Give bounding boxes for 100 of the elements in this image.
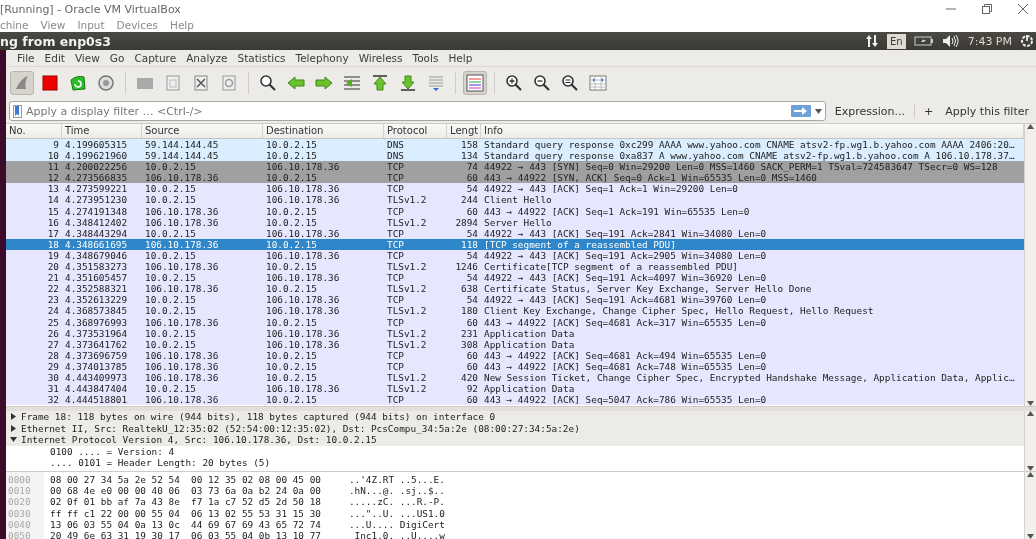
restore-icon[interactable] <box>980 2 994 16</box>
packet-row[interactable]: 24 4.368573845 10.0.2.15 106.10.178.36 TLSv1.2 180 Client Key Exchange, Change Cipher Spec, Hello Request, Hello Request <box>6 305 1024 317</box>
ascii-text: .hN...@. .sj..$.. <box>347 485 445 497</box>
ascii-text: Inc1.0. ..U....w <box>353 530 445 539</box>
table-cell-text: 10.0.2.15 <box>265 150 318 162</box>
scroll-down-icon[interactable] <box>1027 534 1034 539</box>
table-cell-text: 4.351605457 <box>64 272 129 284</box>
column-header[interactable]: Destination <box>263 124 384 138</box>
table-cell-text: 20 <box>46 261 60 273</box>
table-cell-text: 54 <box>465 183 479 195</box>
scrollbar[interactable] <box>1024 411 1036 471</box>
scroll-up-icon[interactable] <box>1027 124 1034 129</box>
packet-row[interactable]: 26 4.373531964 10.0.2.15 106.10.178.36 TLSv1.2 231 Application Data <box>6 327 1024 339</box>
packet-row[interactable]: 18 4.348661695 106.10.178.36 10.0.2.15 TCP 118 [TCP segment of a reassembled PDU] <box>6 238 1024 250</box>
table-cell-text: 106.10.178.36 <box>265 249 341 262</box>
packet-row[interactable]: 27 4.373641762 10.0.2.15 106.10.178.36 TLSv1.2 308 Application Data <box>6 338 1024 350</box>
packet-row[interactable]: 9 4.199605315 59.144.144.45 10.0.2.15 DNS 158 Standard query response 0xc299 AAAA www.yahoo.com CNAME atsv2-fp.wg1.b.yahoo.com AAAA 2406:20… <box>6 139 1024 151</box>
packet-row[interactable]: 20 4.351583273 106.10.178.36 10.0.2.15 TLSv1.2 1246 Certificate[TCP segment of a reassembled PDU] <box>6 261 1024 273</box>
column-header[interactable]: Source <box>142 124 263 138</box>
packet-row[interactable]: 17 4.348443294 10.0.2.15 106.10.178.36 TCP 54 44922 → 443 [ACK] Seq=191 Ack=2841 Win=34080 Len=0 <box>6 227 1024 239</box>
table-cell-text: 10.0.2.15 <box>265 238 318 250</box>
column-header[interactable]: Lengt <box>447 124 481 138</box>
table-cell-text: TLSv1.2 <box>386 305 428 317</box>
table-cell-text: 4.368976993 <box>64 316 129 328</box>
table-cell-text: 10 <box>46 150 60 162</box>
table-cell-text: 4.273566835 <box>64 172 129 184</box>
menu-item[interactable]: Statistics <box>232 52 291 64</box>
table-cell-text: 4.273599221 <box>64 183 129 195</box>
packet-row[interactable]: 14 4.273951230 10.0.2.15 106.10.178.36 TLSv1.2 244 Client Hello <box>6 194 1024 206</box>
expression-button[interactable]: Expression... <box>831 104 909 118</box>
packet-row[interactable]: 28 4.373696759 106.10.178.36 10.0.2.15 TCP 60 443 → 44922 [ACK] Seq=4681 Ack=494 Win=65535 Len=0 <box>6 349 1024 361</box>
table-cell-text: Application Data <box>483 383 576 395</box>
packet-row[interactable]: 10 4.199621960 59.144.144.45 10.0.2.15 DNS 134 Standard query response 0xa837 A www.yahoo.com CNAME atsv2-fp.wg1.b.yahoo.com A 106.10.178.37… <box>6 150 1024 162</box>
display-filter-field[interactable]: Apply a display filter … <Ctrl-/> <box>9 101 826 121</box>
packet-row[interactable]: 23 4.352613229 10.0.2.15 106.10.178.36 TCP 54 44922 → 443 [ACK] Seq=191 Ack=4681 Win=39760 Len=0 <box>6 294 1024 306</box>
table-cell-text: 443 → 44922 [ACK] Seq=5047 Ack=786 Win=65535 Len=0 <box>483 394 768 406</box>
table-cell-text: TCP <box>386 183 405 195</box>
column-header[interactable]: Protocol <box>384 124 447 138</box>
table-cell-text: TCP <box>386 394 405 406</box>
menu-item[interactable]: Analyze <box>181 52 233 64</box>
packet-row[interactable]: 21 4.351605457 10.0.2.15 106.10.178.36 TCP 54 44922 → 443 [ACK] Seq=191 Ack=4097 Win=36920 Len=0 <box>6 272 1024 284</box>
table-cell-text: TLSv1.2 <box>386 338 428 350</box>
menu-item[interactable]: View <box>69 52 105 64</box>
table-cell-text: 26 <box>46 327 60 339</box>
menu-item[interactable]: Capture <box>129 52 182 64</box>
packet-row[interactable]: 16 4.348412402 106.10.178.36 10.0.2.15 TLSv1.2 2894 Server Hello <box>6 216 1024 228</box>
colorize-icon <box>466 74 484 92</box>
menu-item[interactable]: Edit <box>39 52 70 64</box>
display-filter-field[interactable]: Apply a display filter … <Ctrl-/> <box>26 104 787 118</box>
table-cell-text: 10.0.2.15 <box>144 305 197 317</box>
menu-item[interactable]: View <box>40 19 66 31</box>
menu-item[interactable]: Input <box>77 19 105 31</box>
packet-row[interactable]: 29 4.374013785 106.10.178.36 10.0.2.15 TCP 60 443 → 44922 [ACK] Seq=4681 Ack=748 Win=65535 Len=0 <box>6 360 1024 372</box>
packet-row[interactable]: 32 4.444518801 106.10.178.36 10.0.2.15 TCP 60 443 → 44922 [ACK] Seq=5047 Ack=786 Win=65535 Len=0 <box>6 394 1024 406</box>
scrollbar[interactable] <box>1024 124 1036 406</box>
apply-filter-button[interactable]: Apply this filter <box>942 104 1032 118</box>
table-cell-text: 10.0.2.15 <box>265 316 318 328</box>
packet-row[interactable]: 25 4.368976993 106.10.178.36 10.0.2.15 TCP 60 443 → 44922 [ACK] Seq=4681 Ack=317 Win=65535 Len=0 <box>6 316 1024 328</box>
packet-row[interactable]: 13 4.273599221 10.0.2.15 106.10.178.36 TCP 54 44922 → 443 [ACK] Seq=1 Ack=1 Win=29200 Len=0 <box>6 183 1024 195</box>
detail-text[interactable]: .... 0101 = Header Length: 20 bytes (5) <box>50 457 271 469</box>
table-cell-text: 4.443847404 <box>64 383 129 395</box>
menu-item[interactable]: File <box>12 52 40 64</box>
table-cell-text: 443 → 44922 [SYN, ACK] Seq=0 Ack=1 Win=65535 Len=0 MSS=1460 <box>483 172 818 184</box>
table-cell-text: 4.444518801 <box>64 394 129 406</box>
table-cell-text: 54 <box>465 272 479 284</box>
expanded-arrow-icon[interactable] <box>10 436 17 444</box>
clock[interactable]: 7:43 PM <box>967 34 1012 48</box>
menu-item[interactable]: chine <box>0 19 29 31</box>
table-cell-text: 10.0.2.15 <box>265 216 318 228</box>
column-header[interactable]: Time <box>62 124 142 138</box>
detail-text[interactable]: 0100 .... = Version: 4 <box>50 445 175 457</box>
scrollbar[interactable] <box>1024 472 1036 539</box>
table-cell-text: 4.274191348 <box>64 205 129 217</box>
add-filter-button[interactable]: + <box>921 104 937 118</box>
menu-item[interactable]: Help <box>443 52 478 64</box>
column-header[interactable]: No. <box>6 124 62 138</box>
table-cell-text: 4.273951230 <box>64 194 129 206</box>
packet-row[interactable]: 15 4.274191348 106.10.178.36 10.0.2.15 TCP 60 443 → 44922 [ACK] Seq=1 Ack=191 Win=65535 Len=0 <box>6 205 1024 217</box>
table-cell-text: 60 <box>465 316 479 328</box>
table-cell-text: Server Hello <box>483 216 553 228</box>
packet-row[interactable]: 11 4.200022256 10.0.2.15 106.10.178.36 TCP 74 44922 → 443 [SYN] Seq=0 Win=29200 Len=0 MSS=1460 SACK_PERM=1 TSval=724583647 TSecr=0 WS=128 <box>6 161 1024 173</box>
table-cell-text: 106.10.178.36 <box>265 305 341 317</box>
packet-row[interactable]: 31 4.443847404 10.0.2.15 106.10.178.36 TLSv1.2 92 Application Data <box>6 383 1024 395</box>
keyboard-layout-indicator[interactable]: En <box>887 33 906 49</box>
table-cell-text: 60 <box>465 205 479 217</box>
table-cell-text: 22 <box>46 283 60 295</box>
menu-item[interactable]: Help <box>170 19 194 31</box>
close-icon[interactable] <box>1016 2 1030 16</box>
menu-item[interactable]: Wireless <box>353 52 408 64</box>
arrow-right-icon <box>790 105 811 117</box>
menu-item[interactable]: Telephony <box>290 52 354 64</box>
menu-item[interactable]: Go <box>104 52 130 64</box>
packet-row[interactable]: 22 4.352588321 106.10.178.36 10.0.2.15 TLSv1.2 638 Certificate Status, Server Key Exchange, Server Hello Done <box>6 283 1024 295</box>
table-cell-text: Standard query response 0xa837 A www.yahoo.com CNAME atsv2-fp.wg1.b.yahoo.com A 106.10.178.37… <box>483 150 1016 162</box>
menu-item[interactable]: Devices <box>116 19 158 31</box>
packet-row[interactable]: 12 4.273566835 106.10.178.36 10.0.2.15 TCP 60 443 → 44922 [SYN, ACK] Seq=0 Ack=1 Win=65535 Len=0 MSS=1460 <box>6 172 1024 184</box>
table-cell-text: 134 <box>460 150 479 162</box>
table-cell-text: 10.0.2.15 <box>265 349 318 361</box>
menu-item[interactable]: Tools <box>407 52 444 64</box>
table-cell-text: 59.144.144.45 <box>144 150 220 162</box>
